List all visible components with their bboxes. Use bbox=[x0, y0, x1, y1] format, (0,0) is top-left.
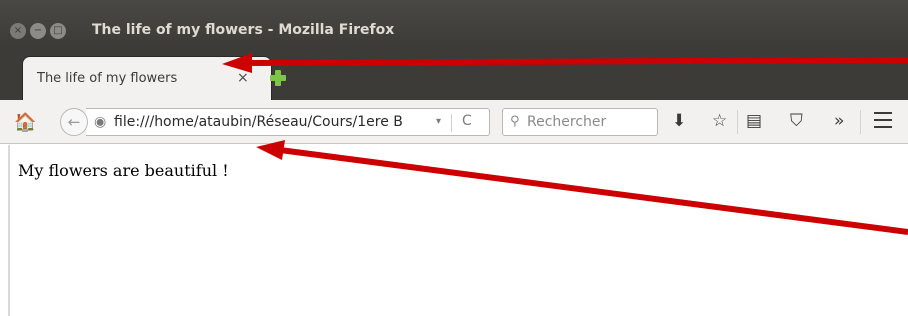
reading-list-icon[interactable]: ▤ bbox=[746, 111, 762, 131]
window-minimize-button[interactable]: − bbox=[30, 23, 46, 39]
search-bar[interactable]: ⚲ bbox=[502, 108, 658, 136]
window-maximize-button[interactable]: □ bbox=[50, 23, 66, 39]
search-input[interactable] bbox=[527, 112, 651, 132]
search-icon: ⚲ bbox=[510, 114, 520, 129]
tab-close-icon[interactable]: × bbox=[237, 70, 249, 86]
overflow-icon[interactable]: » bbox=[834, 111, 844, 131]
window-titlebar: × − □ The life of my flowers - Mozilla F… bbox=[0, 0, 908, 48]
tab-title: The life of my flowers bbox=[37, 71, 178, 86]
bookmark-star-icon[interactable]: ☆ bbox=[712, 111, 727, 131]
back-arrow-icon: ← bbox=[67, 113, 81, 131]
url-separator bbox=[451, 114, 452, 132]
url-history-dropdown-icon[interactable]: ▾ bbox=[436, 116, 441, 127]
page-content: My flowers are beautiful ! bbox=[0, 145, 908, 316]
site-identity-icon[interactable]: ◉ bbox=[94, 115, 106, 129]
tab-the-life-of-my-flowers[interactable]: The life of my flowers × bbox=[22, 56, 272, 100]
home-icon[interactable]: 🏠 bbox=[14, 112, 36, 133]
download-icon[interactable]: ⬇ bbox=[672, 111, 686, 131]
content-left-edge bbox=[8, 145, 10, 316]
tab-strip: The life of my flowers × bbox=[0, 48, 908, 100]
back-button[interactable]: ← bbox=[60, 108, 88, 136]
url-text[interactable]: file:///home/ataubin/Réseau/Cours/1ere B bbox=[114, 114, 448, 130]
close-icon: × bbox=[13, 25, 23, 36]
url-bar[interactable]: ◉ file:///home/ataubin/Réseau/Cours/1ere… bbox=[86, 108, 490, 136]
toolbar-separator bbox=[737, 110, 738, 134]
window-title: The life of my flowers - Mozilla Firefox bbox=[92, 22, 395, 38]
window-close-button[interactable]: × bbox=[10, 23, 26, 39]
reload-icon[interactable]: C bbox=[462, 113, 472, 129]
minimize-icon: − bbox=[33, 25, 43, 36]
maximize-icon: □ bbox=[53, 25, 63, 36]
pocket-icon[interactable]: ⛉ bbox=[790, 111, 803, 131]
page-body-text: My flowers are beautiful ! bbox=[18, 161, 229, 180]
hamburger-menu-icon[interactable] bbox=[874, 112, 892, 128]
new-tab-button[interactable] bbox=[268, 68, 288, 88]
navigation-toolbar: 🏠 ◉ file:///home/ataubin/Réseau/Cours/1e… bbox=[0, 100, 908, 144]
toolbar-separator bbox=[860, 110, 861, 134]
